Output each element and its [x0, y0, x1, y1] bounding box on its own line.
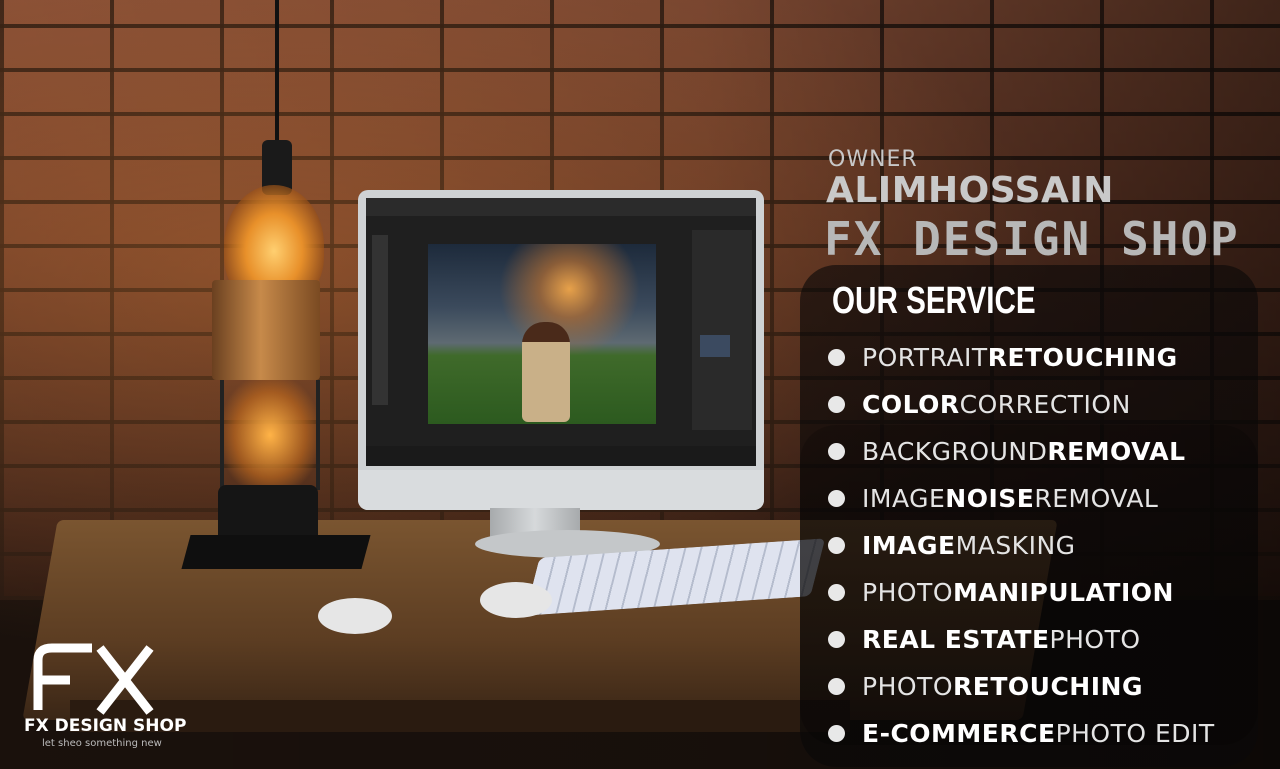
lamp-cage: [220, 380, 320, 490]
bullet-icon: [828, 725, 845, 742]
brand-title: FX DESIGN SHOP: [824, 212, 1240, 266]
editor-layer-thumb: [700, 335, 730, 357]
os-taskbar: [366, 446, 756, 466]
bullet-icon: [828, 396, 845, 413]
editor-menubar: [366, 198, 756, 216]
bullet-icon: [828, 349, 845, 366]
service-title: OUR SERVICE: [832, 280, 1036, 322]
bullet-icon: [828, 490, 845, 507]
bullet-icon: [828, 678, 845, 695]
logo-tagline: let sheo something new: [42, 738, 162, 749]
bullet-icon: [828, 443, 845, 460]
service-item: IMAGE MASKING: [828, 522, 1215, 569]
bullet-icon: [828, 537, 845, 554]
owner-label: OWNER: [828, 147, 918, 172]
lamp-body: [212, 280, 320, 380]
editor-layers-panel: [692, 230, 752, 430]
service-item: COLOR CORRECTION: [828, 381, 1215, 428]
desk-edge: [70, 700, 850, 732]
mouse-right: [480, 582, 552, 618]
service-item: E-COMMERCE PHOTO EDIT: [828, 710, 1215, 757]
service-item: IMAGE NOISE REMOVAL: [828, 475, 1215, 522]
lamp-plate: [181, 535, 371, 569]
service-list: PORTRAIT RETOUCHING COLOR CORRECTION BAC…: [828, 334, 1215, 757]
monitor-chin: [358, 470, 764, 510]
editor-toolbar: [372, 235, 388, 405]
bullet-icon: [828, 631, 845, 648]
logo-name: FX DESIGN SHOP: [24, 716, 187, 736]
service-item: REAL ESTATE PHOTO: [828, 616, 1215, 663]
service-item: BACKGROUND REMOVAL: [828, 428, 1215, 475]
owner-name: ALIMHOSSAIN: [826, 170, 1114, 211]
fx-logo-icon: [33, 643, 154, 715]
poster-scene: OWNER ALIMHOSSAIN FX DESIGN SHOP OUR SER…: [0, 0, 1280, 769]
service-item: PORTRAIT RETOUCHING: [828, 334, 1215, 381]
service-item: PHOTO MANIPULATION: [828, 569, 1215, 616]
bullet-icon: [828, 584, 845, 601]
mouse-left: [318, 598, 392, 634]
canvas-girl-figure: [522, 322, 570, 422]
service-item: PHOTO RETOUCHING: [828, 663, 1215, 710]
